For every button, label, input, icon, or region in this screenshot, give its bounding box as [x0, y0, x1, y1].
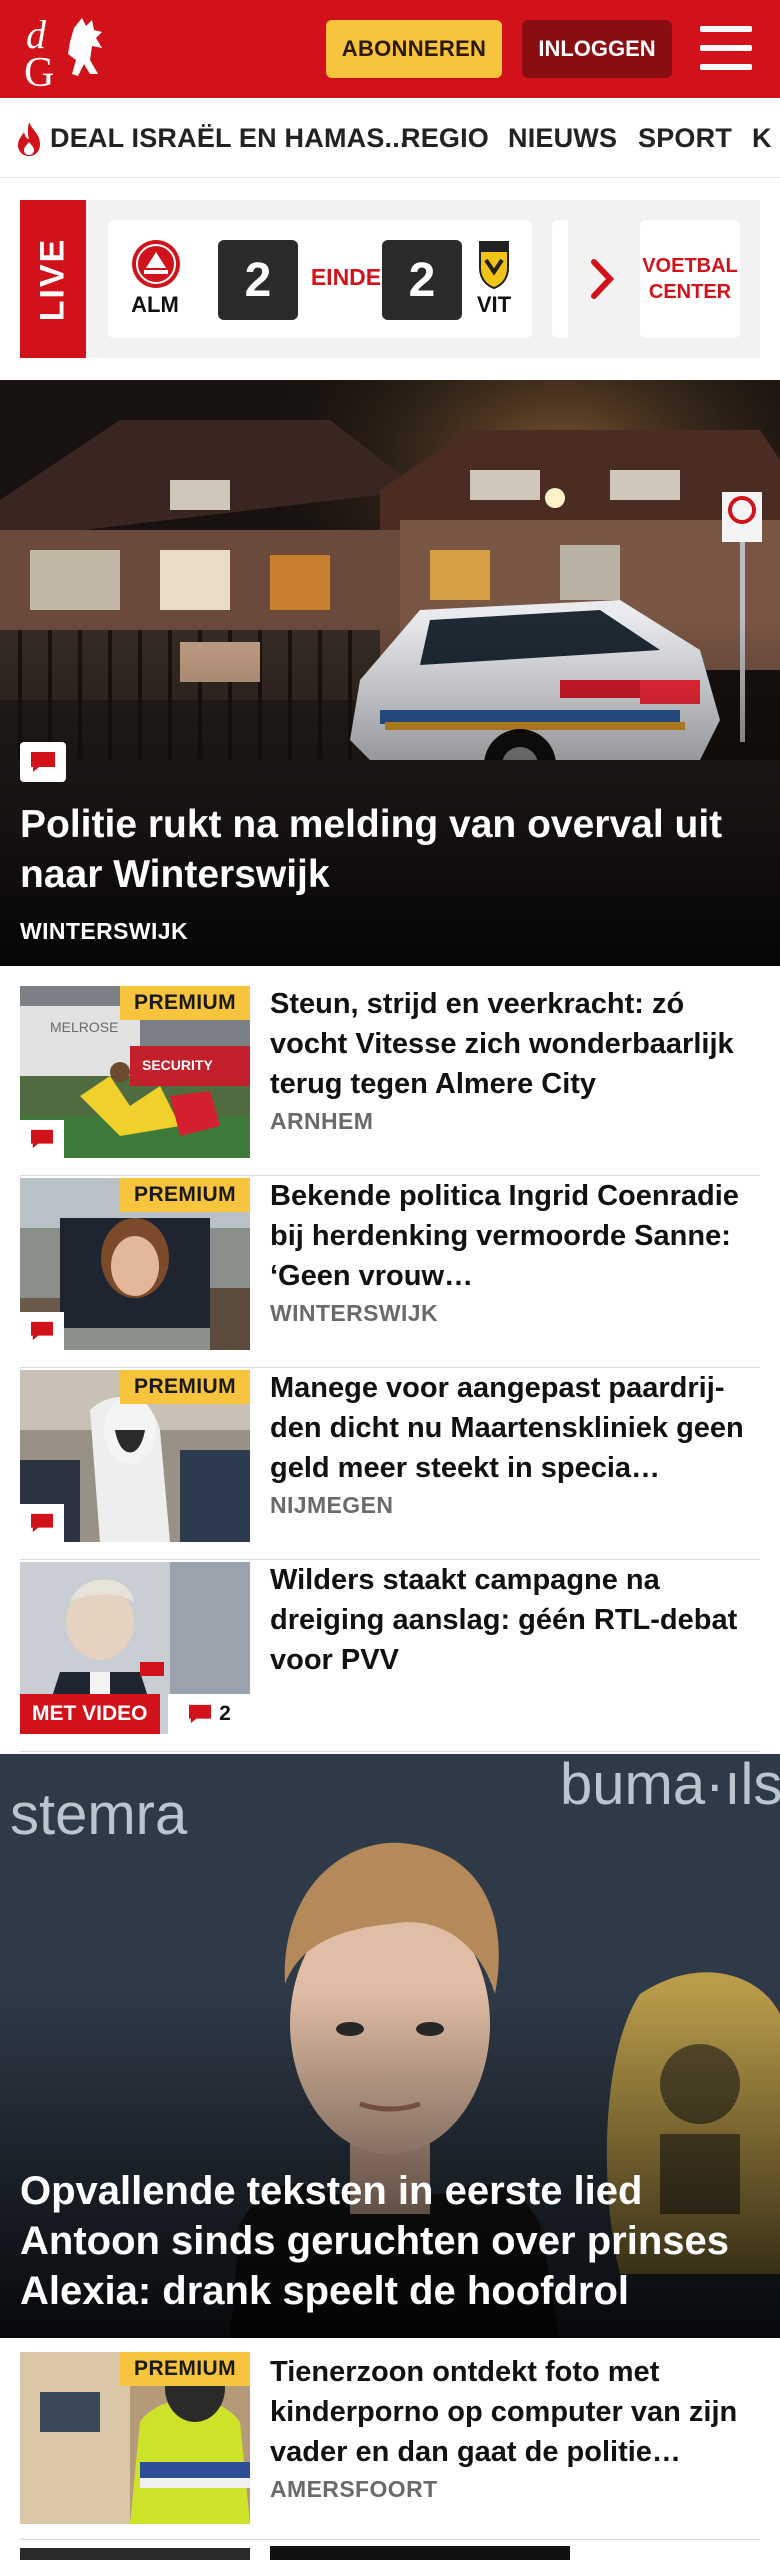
nav-item-regio[interactable]: REGIO — [401, 98, 489, 177]
article-location: WINTERSWIJK — [270, 1300, 438, 1326]
flame-icon — [18, 122, 40, 156]
article-location: ARNHEM — [270, 1108, 374, 1134]
subscribe-button[interactable]: ABONNEREN — [326, 20, 502, 78]
premium-badge: PREMIUM — [120, 1370, 250, 1404]
comment-icon — [20, 1312, 64, 1350]
hero-title[interactable]: Politie rukt na melding van overval uit … — [20, 800, 760, 900]
match-status: EINDE — [310, 264, 382, 290]
article-location: NIJMEGEN — [270, 1492, 394, 1518]
nav-item-more[interactable]: K — [752, 98, 772, 177]
premium-badge: PREMIUM — [120, 1178, 250, 1212]
article-title[interactable]: Bekende politica Ingrid Coenradie bij he… — [270, 1176, 760, 1296]
comment-icon — [189, 1704, 212, 1724]
svg-text:MELROSE: MELROSE — [50, 1019, 118, 1035]
comment-count-value: 2 — [219, 1702, 231, 1725]
top-bar: d G ABONNEREN INLOGGEN — [0, 0, 780, 98]
comment-icon — [20, 1504, 64, 1542]
live-scores-bar: LIVE ALM 2 EINDE 2 VIT VOETBAL CENTER — [20, 200, 760, 358]
next-article-thumbnail[interactable] — [20, 2548, 250, 2560]
list-item[interactable]: PREMIUM Tienerzoon ontdekt foto met kind… — [20, 2352, 760, 2540]
article-thumbnail: PREMIUM — [20, 1370, 250, 1542]
comment-count: 2 — [168, 1694, 250, 1734]
away-team-name: VIT — [476, 292, 512, 317]
article-location: AMERSFOORT — [270, 2476, 438, 2502]
nav-item-deal-israel[interactable]: DEAL ISRAËL EN HAMAS... — [50, 98, 408, 177]
article-title[interactable]: Steun, strijd en veerkracht: zó vocht Vi… — [270, 984, 760, 1104]
article-title[interactable]: Tienerzoon ontdekt foto met kinderporno … — [270, 2352, 760, 2472]
next-match-card[interactable] — [552, 220, 568, 338]
match-card[interactable]: ALM 2 EINDE 2 VIT — [108, 220, 532, 338]
comment-icon — [20, 742, 66, 782]
main-nav: DEAL ISRAËL EN HAMAS... REGIO NIEUWS SPO… — [0, 98, 780, 178]
article-thumbnail: PREMIUM — [20, 2352, 250, 2524]
article-thumbnail: PREMIUM — [20, 1178, 250, 1350]
logo[interactable]: d G — [22, 10, 117, 96]
home-team-name: ALM — [131, 292, 179, 317]
list-item[interactable]: MELROSE SECURITY PREMIUM Steun, strijd e… — [20, 984, 760, 1176]
feature-title[interactable]: Opvallende teksten in eerste lied Antoon… — [20, 2166, 770, 2316]
article-title[interactable]: Manege voor aangepast paardrij­den dicht… — [270, 1368, 760, 1488]
comment-icon — [20, 1120, 64, 1158]
list-item[interactable]: PREMIUM Bekende politica Ingrid Coenradi… — [20, 1176, 760, 1368]
live-label: LIVE — [33, 237, 72, 321]
nav-item-sport[interactable]: SPORT — [638, 98, 732, 177]
menu-icon[interactable] — [700, 26, 752, 70]
hero-location: WINTERSWIJK — [20, 918, 188, 944]
nav-item-nieuws[interactable]: NIEUWS — [508, 98, 617, 177]
svg-text:SECURITY: SECURITY — [142, 1057, 213, 1073]
article-title[interactable]: Wilders staakt campagne na dreiging aans… — [270, 1560, 760, 1680]
login-button[interactable]: INLOGGEN — [522, 20, 672, 78]
home-score: 2 — [218, 240, 298, 320]
article-thumbnail: MET VIDEO 2 — [20, 1562, 250, 1734]
almere-city-crest-icon — [126, 238, 186, 297]
video-badge: MET VIDEO — [20, 1694, 160, 1734]
chevron-right-icon[interactable] — [588, 256, 618, 302]
voetbal-center-link[interactable]: VOETBAL CENTER — [640, 220, 740, 338]
next-article-title[interactable] — [270, 2546, 570, 2560]
away-score: 2 — [382, 240, 462, 320]
list-item[interactable]: MET VIDEO 2 Wilders staakt campagne na d… — [20, 1560, 760, 1752]
article-thumbnail: MELROSE SECURITY PREMIUM — [20, 986, 250, 1158]
premium-badge: PREMIUM — [120, 2352, 250, 2386]
premium-badge: PREMIUM — [120, 986, 250, 1020]
live-tag: LIVE — [20, 200, 86, 358]
svg-text:G: G — [24, 50, 54, 90]
feature-article[interactable]: stemra buma·ıls Opvallende teksten in ee… — [0, 1754, 780, 2338]
vitesse-crest-icon — [464, 238, 524, 297]
hero-article[interactable]: Politie rukt na melding van overval uit … — [0, 380, 780, 966]
voetbal-center-label: VOETBAL CENTER — [642, 255, 738, 303]
list-item[interactable]: PREMIUM Manege voor aangepast paardrij­d… — [20, 1368, 760, 1560]
